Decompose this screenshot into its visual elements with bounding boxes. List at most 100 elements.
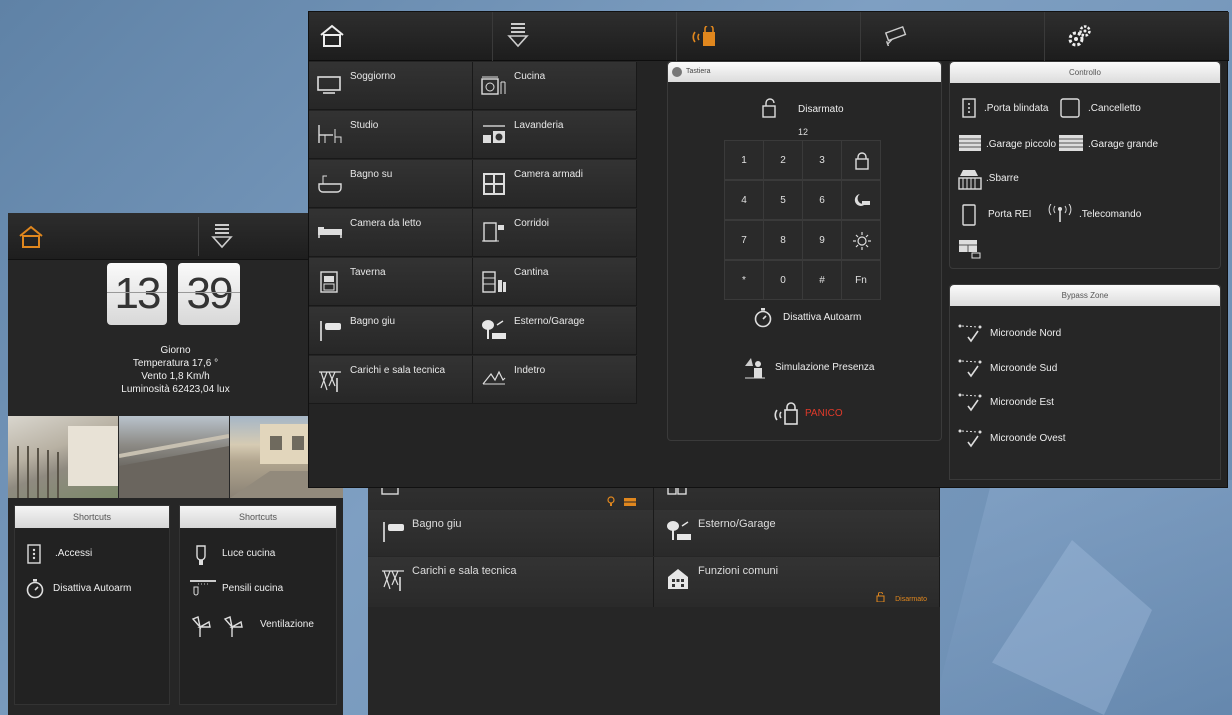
code-display: 12 [798,127,809,137]
door-panel-icon [27,544,41,564]
key-5[interactable]: 5 [763,180,803,220]
controllo-panel: Controllo .Porta blindata .Cancelletto .… [949,61,1221,269]
room-label: Lavanderia [514,120,564,131]
key-0[interactable]: 0 [763,260,803,300]
collapse-icon[interactable] [672,67,682,77]
room-lavanderia[interactable]: Lavanderia [473,111,637,159]
room-tile[interactable]: Esterno/Garage [654,510,940,556]
key-1[interactable]: 1 [724,140,764,180]
tab-cameras[interactable] [861,12,1045,61]
alarm-icon [773,402,799,426]
room-label: Carichi e sala tecnica [412,565,517,577]
shortcut-label: Ventilazione [260,619,314,630]
back-fan-icon [481,368,507,388]
lock-icon [855,152,869,170]
desk-icon [317,123,343,145]
camera-thumbnail[interactable] [118,416,230,498]
room-label: Esterno/Garage [514,316,585,327]
home-tablet-screen: 13 39 Giorno Temperatura 17,6 ° Vento 1,… [8,213,343,715]
control-label: .Sbarre [986,173,1019,184]
clock-hours: 13 [107,263,167,325]
room-taverna[interactable]: Taverna [309,258,473,306]
key-3[interactable]: 3 [802,140,842,180]
control-label: .Garage piccolo [986,139,1057,150]
panic-label: PANICO [805,408,843,419]
panic-button[interactable]: PANICO [773,402,893,428]
home-icon[interactable] [18,225,44,249]
room-bagno-su[interactable]: Bagno su [309,160,473,208]
room-carichi[interactable]: Carichi e sala tecnica [309,356,473,404]
faucet-icon [380,520,406,544]
key-7[interactable]: 7 [724,220,764,260]
shutter-icon [624,498,636,506]
key-9[interactable]: 9 [802,220,842,260]
bypass-zone-panel: Bypass Zone Microonde Nord Microonde Sud… [949,284,1221,480]
key-2[interactable]: 2 [763,140,803,180]
light-bulb-icon [194,544,208,566]
room-label: Bagno giu [350,316,396,327]
control-label: .Porta blindata [984,103,1049,114]
padlock-open-icon [761,98,777,118]
tab-home[interactable] [309,12,493,61]
tab-alarm[interactable] [677,12,861,61]
room-camera-da-letto[interactable]: Camera da letto [309,209,473,257]
room-cantina[interactable]: Cantina [473,258,637,306]
load-icon [380,567,406,591]
scenarios-icon[interactable] [211,223,233,249]
garden-light-icon [666,520,692,542]
person-lamp-icon [743,354,767,380]
wardrobe-icon [481,172,507,196]
camera-thumbnails[interactable] [8,416,343,498]
main-tablet-screen: Soggiorno Cucina Studio Lavanderia Bagno… [308,11,1229,488]
room-label: Indetro [514,365,546,376]
bypass-label: Microonde Ovest [990,433,1066,444]
control-label: .Cancelletto [1088,103,1141,114]
tab-settings[interactable] [1045,12,1229,61]
oven-icon [481,74,507,96]
tv-icon [317,74,341,96]
key-fn[interactable]: Fn [841,260,881,300]
room-esterno-garage[interactable]: Esterno/Garage [473,307,637,355]
key-star[interactable]: * [724,260,764,300]
room-tile[interactable]: Carichi e sala tecnica [368,557,654,607]
shortcut-label: Disattiva Autoarm [53,583,132,594]
room-cucina[interactable]: Cucina [473,62,637,110]
weather-temperature: Temperatura 17,6 ° [132,358,219,369]
room-label: Taverna [350,267,386,278]
key-4[interactable]: 4 [724,180,764,220]
room-tile[interactable]: Bagno giu [368,510,654,556]
room-camera-armadi[interactable]: Camera armadi [473,160,637,208]
garage-small-icon [958,134,982,152]
back-tablet-screen: Bagno giu Esterno/Garage Carichi e sala … [368,470,940,715]
night-mode-icon [853,192,871,208]
key-day[interactable] [841,220,881,260]
keypad-title: Tastiera [686,68,711,75]
divider [198,217,199,256]
alarm-status-badge: Disarmato [895,596,927,603]
room-bagno-giu[interactable]: Bagno giu [309,307,473,355]
room-corridoi[interactable]: Corridoi [473,209,637,257]
building-icon [666,567,690,591]
room-tile[interactable]: Funzioni comuni Disarmato [654,557,940,607]
key-8[interactable]: 8 [763,220,803,260]
room-studio[interactable]: Studio [309,111,473,159]
tab-scenarios[interactable] [493,12,677,61]
room-indetro[interactable]: Indetro [473,356,637,404]
key-night[interactable] [841,180,881,220]
camera-thumbnail[interactable] [8,416,118,498]
key-lock[interactable] [841,140,881,180]
shortcuts-title: Shortcuts [180,506,336,528]
presence-simulation-button[interactable]: Simulazione Presenza [743,354,923,380]
weather-wind: Vento 1,8 Km/h [141,371,210,382]
key-6[interactable]: 6 [802,180,842,220]
washer-icon [481,123,507,145]
garden-light-icon [481,319,507,341]
car-barrier-icon [958,168,982,190]
alarm-icon [691,26,717,48]
room-label: Cucina [514,71,546,82]
controllo-title: Controllo [950,62,1220,83]
disable-autoarm-button[interactable]: Disattiva Autoarm [753,308,913,330]
room-soggiorno[interactable]: Soggiorno [309,62,473,110]
stopwatch-icon [25,579,45,599]
key-hash[interactable]: # [802,260,842,300]
